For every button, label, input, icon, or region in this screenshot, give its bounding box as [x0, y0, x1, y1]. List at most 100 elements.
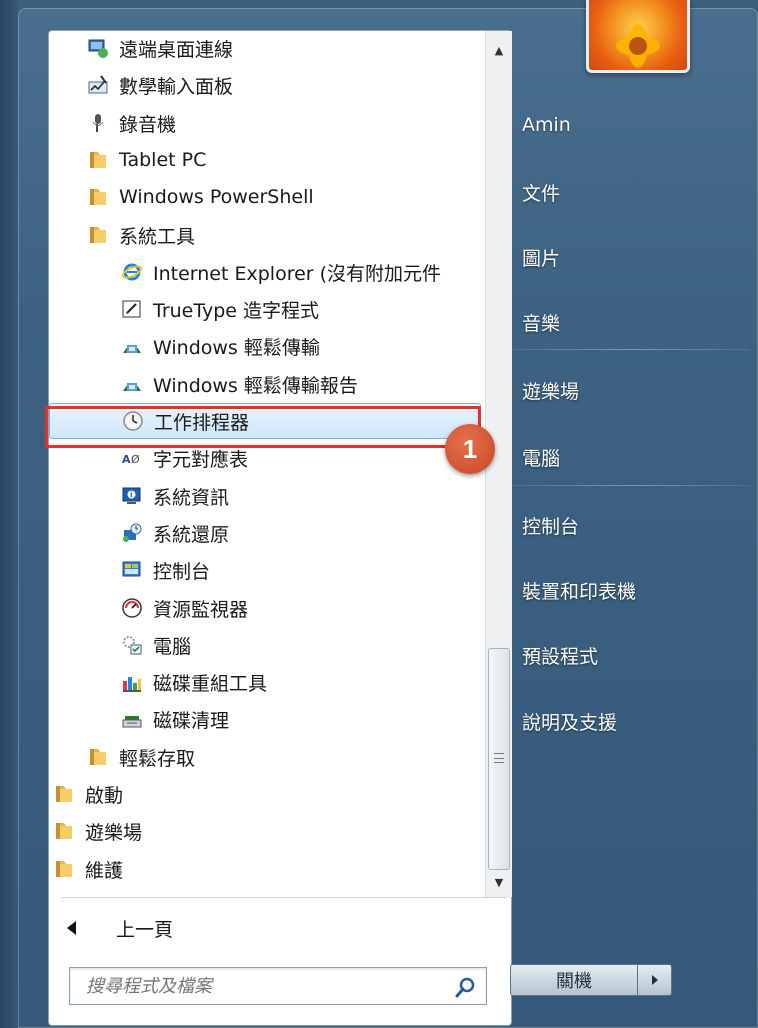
- program-item[interactable]: 啟動: [53, 776, 123, 812]
- character-map-icon: AØ: [121, 447, 143, 469]
- program-item[interactable]: 輕鬆存取: [87, 739, 195, 775]
- program-item[interactable]: Windows PowerShell: [87, 179, 314, 215]
- folder-icon: [53, 820, 75, 842]
- flower-icon: [616, 24, 660, 68]
- search-box[interactable]: [69, 967, 487, 1005]
- easy-transfer-icon: [121, 373, 143, 395]
- resource-monitor-icon: [121, 597, 143, 619]
- folder-icon: [87, 186, 109, 208]
- program-label: 啟動: [85, 784, 124, 807]
- user-name-link[interactable]: Amin: [522, 114, 742, 136]
- program-label: 遠端桌面連線: [119, 38, 234, 61]
- program-item[interactable]: 數學輸入面板: [87, 67, 233, 103]
- program-item[interactable]: Windows 輕鬆傳輸: [121, 328, 320, 364]
- program-item[interactable]: Internet Explorer (沒有附加元件: [121, 254, 441, 290]
- program-item[interactable]: i 系統資訊: [121, 478, 229, 514]
- program-item[interactable]: Tablet PC: [87, 142, 206, 178]
- program-item[interactable]: Windows 輕鬆傳輸報告: [121, 366, 358, 402]
- games-link[interactable]: 遊樂場: [522, 377, 742, 404]
- folder-icon: [87, 746, 109, 768]
- folder-icon: [53, 858, 75, 880]
- easy-transfer-icon: [121, 335, 143, 357]
- program-label: 電腦: [153, 635, 192, 658]
- remote-desktop-icon: [87, 37, 109, 59]
- system-info-icon: i: [121, 485, 143, 507]
- scroll-thumb[interactable]: [488, 648, 510, 870]
- program-item[interactable]: 錄音機: [87, 105, 176, 141]
- program-item[interactable]: 資源監視器: [121, 590, 248, 626]
- documents-link[interactable]: 文件: [522, 179, 742, 206]
- devices-printers-link[interactable]: 裝置和印表機: [522, 577, 742, 604]
- program-item[interactable]: 系統還原: [121, 515, 229, 551]
- pictures-link[interactable]: 圖片: [522, 244, 742, 271]
- program-label: 維護: [85, 859, 124, 882]
- program-label: 系統資訊: [153, 486, 230, 509]
- program-label: 系統工具: [119, 225, 196, 248]
- search-input[interactable]: [70, 974, 448, 998]
- program-label: Windows PowerShell: [119, 186, 314, 208]
- program-label: TrueType 造字程式: [153, 299, 320, 322]
- programs-pane: 遠端桌面連線 數學輸入面板 錄音機 Tablet PC Windows PowerShe…: [48, 30, 512, 1026]
- program-item[interactable]: 遠端桌面連線: [87, 31, 233, 66]
- defragmenter-icon: [121, 671, 143, 693]
- program-label: Windows 輕鬆傳輸: [153, 336, 320, 359]
- places-divider: [512, 349, 750, 350]
- control-panel-link[interactable]: 控制台: [522, 512, 742, 539]
- program-label: 遊樂場: [85, 821, 143, 844]
- search-icon[interactable]: [454, 975, 478, 999]
- program-label: 磁碟重組工具: [153, 672, 268, 695]
- program-label: 字元對應表: [153, 448, 249, 471]
- pane-divider: [61, 897, 507, 898]
- program-label: 磁碟清理: [153, 709, 230, 732]
- program-label: Tablet PC: [119, 149, 207, 171]
- shutdown-button[interactable]: 關機: [510, 964, 638, 996]
- folder-icon: [87, 149, 109, 171]
- program-label: 輕鬆存取: [119, 747, 196, 770]
- computer-link[interactable]: 電腦: [522, 444, 742, 471]
- program-label: 錄音機: [119, 113, 177, 136]
- default-programs-link[interactable]: 預設程式: [522, 642, 742, 669]
- svg-text:Ø: Ø: [131, 453, 140, 466]
- places-divider: [512, 485, 750, 486]
- internet-explorer-icon: [121, 261, 143, 283]
- system-restore-icon: [121, 522, 143, 544]
- scroll-down-arrow-icon[interactable]: ▼: [486, 869, 512, 895]
- program-item[interactable]: 電腦: [121, 627, 191, 663]
- help-support-link[interactable]: 說明及支援: [522, 708, 742, 735]
- program-item[interactable]: 控制台: [121, 552, 210, 588]
- back-label: 上一頁: [116, 918, 174, 941]
- private-character-editor-icon: [121, 298, 143, 320]
- svg-text:i: i: [130, 491, 132, 499]
- start-menu: 遠端桌面連線 數學輸入面板 錄音機 Tablet PC Windows PowerShe…: [18, 0, 758, 1028]
- back-button[interactable]: 上一頁: [67, 910, 173, 946]
- user-avatar[interactable]: [586, 0, 690, 73]
- program-label: Internet Explorer (沒有附加元件: [153, 262, 442, 285]
- folder-icon: [53, 783, 75, 805]
- math-input-icon: [87, 74, 109, 96]
- chevron-right-icon: [651, 975, 658, 985]
- highlight-box: [45, 406, 481, 448]
- folder-icon: [87, 224, 109, 246]
- program-label: Windows 輕鬆傳輸報告: [153, 374, 358, 397]
- program-label: 資源監視器: [153, 598, 249, 621]
- scroll-up-arrow-icon[interactable]: ▲: [486, 37, 512, 63]
- microphone-icon: [87, 112, 109, 134]
- back-arrow-icon: [67, 921, 76, 935]
- program-item[interactable]: 磁碟重組工具: [121, 664, 267, 700]
- program-label: 系統還原: [153, 523, 230, 546]
- program-item[interactable]: 遊樂場: [53, 813, 142, 849]
- computer-icon: [121, 634, 143, 656]
- svg-text:A: A: [122, 453, 131, 466]
- step-callout-badge: 1: [445, 424, 495, 474]
- program-item[interactable]: 維護: [53, 851, 123, 887]
- program-item[interactable]: TrueType 造字程式: [121, 291, 319, 327]
- program-item[interactable]: 系統工具: [87, 217, 195, 253]
- shutdown-options-button[interactable]: [638, 964, 672, 996]
- program-label: 數學輸入面板: [119, 75, 234, 98]
- program-label: 控制台: [153, 560, 211, 583]
- desktop-background: [0, 0, 18, 1028]
- control-panel-icon: [121, 559, 143, 581]
- disk-cleanup-icon: [121, 708, 143, 730]
- music-link[interactable]: 音樂: [522, 309, 742, 336]
- program-item[interactable]: 磁碟清理: [121, 701, 229, 737]
